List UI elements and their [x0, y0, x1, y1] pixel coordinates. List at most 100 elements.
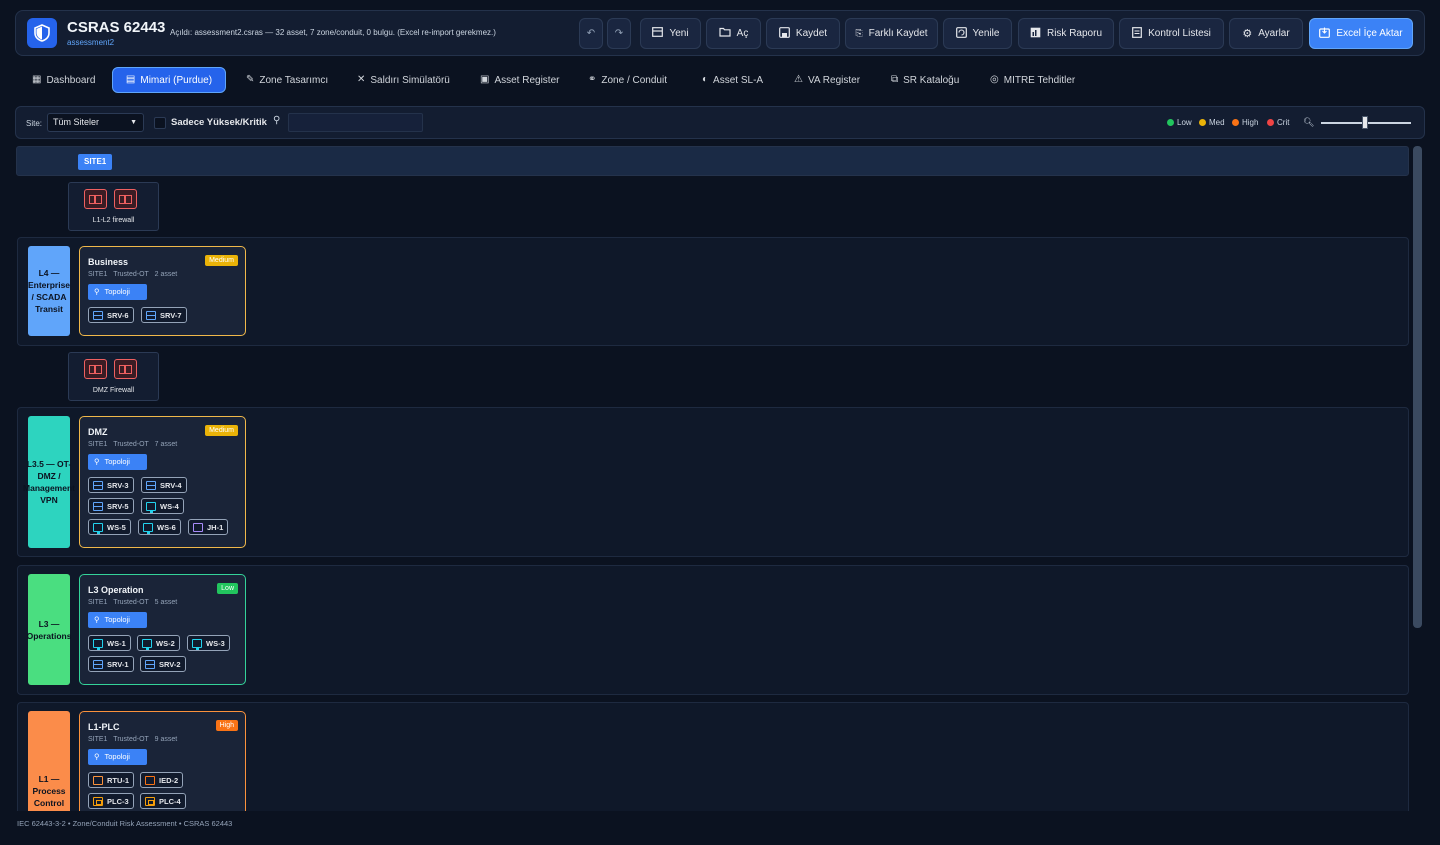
asset-chip-ied-2[interactable]: IED-2 — [140, 772, 184, 788]
new-button[interactable]: Yeni — [640, 18, 701, 49]
firewall-icon — [114, 189, 137, 209]
open-button-label: Aç — [736, 28, 749, 39]
new-file-icon — [652, 27, 664, 40]
tab-zone-designer[interactable]: ✎ Zone Tasarımcı — [246, 67, 328, 93]
topology-button[interactable]: ⚲ Topoloji — [88, 749, 147, 765]
tab-sr-catalog[interactable]: ⧉ SR Kataloğu — [891, 67, 959, 93]
asset-chip-srv-4[interactable]: SRV-4 — [141, 477, 187, 493]
zone-name: L1-PLC — [88, 722, 120, 732]
severity-badge: Medium — [205, 255, 238, 266]
tab-attack-simulator-label: Saldırı Simülatörü — [370, 74, 450, 86]
tab-zone-designer-label: Zone Tasarımcı — [259, 74, 329, 86]
redo-button[interactable]: ↷ — [607, 18, 631, 49]
severity-badge: Medium — [205, 425, 238, 436]
zoom-slider-thumb[interactable] — [1362, 116, 1368, 129]
tab-asset-sla-label: Asset SL-A — [713, 74, 764, 86]
topology-button[interactable]: ⚲ Topoloji — [88, 454, 147, 470]
asset-chip-srv-7[interactable]: SRV-7 — [141, 307, 187, 323]
topology-button[interactable]: ⚲ Topoloji — [88, 284, 147, 300]
redo-icon: ↷ — [614, 28, 624, 39]
undo-button[interactable]: ↶ — [579, 18, 603, 49]
monitor-icon: ▣ — [480, 74, 490, 85]
settings-button[interactable]: ⚙ Ayarlar — [1229, 18, 1303, 49]
legend-low: Low — [1167, 118, 1192, 127]
zone-name: Business — [88, 257, 129, 267]
project-name: assessment2 — [67, 38, 115, 47]
site-select[interactable]: Tüm Siteler ▼ — [47, 113, 144, 132]
refresh-button[interactable]: Yenile — [943, 18, 1012, 49]
asset-chip-rtu-1[interactable]: RTU-1 — [88, 772, 135, 788]
asset-chip-srv-1[interactable]: SRV-1 — [88, 656, 134, 672]
legend-crit: Crit — [1267, 118, 1289, 127]
topology-button[interactable]: ⚲ Topoloji — [88, 612, 147, 628]
target-icon: ◎ — [990, 74, 999, 85]
firewall-dmz[interactable]: DMZ Firewall — [68, 352, 159, 401]
level-label-l1: L1 — Process Control — [28, 711, 70, 811]
risk-report-button[interactable]: Risk Raporu — [1018, 18, 1114, 49]
med-dot-icon — [1199, 119, 1206, 126]
tab-dashboard[interactable]: ▦ Dashboard — [32, 67, 95, 93]
level-lane-l1: L1 — Process Control L1-PLC SITE1 Truste… — [17, 702, 1409, 811]
firewall-l1-l2[interactable]: L1-L2 firewall — [68, 182, 159, 231]
app-window: CSRAS 62443 assessment2 Açıldı: assessme… — [0, 0, 1440, 845]
canvas-scrollbar[interactable] — [1413, 146, 1422, 628]
level-lane-l35: L3.5 — OT-DMZ / Management VPN DMZ SITE1… — [17, 407, 1409, 557]
tab-asset-register-label: Asset Register — [494, 74, 560, 86]
jump-host-icon — [193, 522, 203, 532]
undo-icon: ↶ — [586, 28, 596, 39]
asset-chip-srv-5[interactable]: SRV-5 — [88, 498, 134, 514]
checklist-button-label: Kontrol Listesi — [1148, 28, 1211, 39]
zone-card-l3-operation[interactable]: L3 Operation SITE1 Trusted-OT 5 asset Lo… — [79, 574, 246, 685]
legend-crit-label: Crit — [1277, 118, 1290, 127]
tab-zone-conduit[interactable]: ⚭ Zone / Conduit — [588, 67, 667, 93]
level-lane-l4: L4 — Enterprise / SCADA Transit Business… — [17, 237, 1409, 346]
tab-attack-simulator[interactable]: ✕ Saldırı Simülatörü — [357, 67, 450, 93]
asset-chip-ws-1[interactable]: WS-1 — [88, 635, 131, 651]
tab-mitre[interactable]: ◎ MITRE Tehditler — [990, 67, 1075, 93]
excel-import-button[interactable]: Excel İçe Aktar — [1309, 18, 1413, 49]
refresh-button-label: Yenile — [972, 28, 1000, 39]
asset-chip-plc-3[interactable]: PLC-3 — [88, 793, 134, 809]
zone-card-l1-plc[interactable]: L1-PLC SITE1 Trusted-OT 9 asset High ⚲ To… — [79, 711, 246, 811]
search-input[interactable] — [288, 113, 423, 132]
save-as-button[interactable]: ⎘ Farklı Kaydet — [845, 18, 938, 49]
save-button[interactable]: Kaydet — [766, 18, 840, 49]
settings-button-label: Ayarlar — [1258, 28, 1290, 39]
zone-card-business[interactable]: Business SITE1 Trusted-OT 2 asset Medium… — [79, 246, 246, 336]
pencil-icon: ✎ — [246, 74, 255, 85]
zone-meta: SITE1 Trusted-OT 5 asset — [88, 599, 178, 606]
pin-icon: ⚲ — [94, 752, 100, 761]
tab-va-register[interactable]: ⚠ VA Register — [794, 67, 860, 93]
asset-chip-ws-6[interactable]: WS-6 — [138, 519, 181, 535]
asset-chip-ws-3[interactable]: WS-3 — [187, 635, 230, 651]
level-lane-l3: L3 — Operations L3 Operation SITE1 Trust… — [17, 565, 1409, 695]
asset-chip-ws-5[interactable]: WS-5 — [88, 519, 131, 535]
workstation-icon — [192, 638, 202, 650]
asset-chip-srv-3[interactable]: SRV-3 — [88, 477, 134, 493]
asset-chip-ws-2[interactable]: WS-2 — [137, 635, 180, 651]
tab-mitre-label: MITRE Tehditler — [1003, 74, 1076, 86]
footer-text: IEC 62443-3-2 • Zone/Conduit Risk Assess… — [17, 819, 233, 828]
level-label-l3: L3 — Operations — [27, 574, 71, 685]
tab-asset-sla[interactable]: ◐ Asset SL-A — [702, 67, 763, 93]
asset-chip-jh-1[interactable]: JH-1 — [188, 519, 229, 535]
server-icon — [146, 480, 156, 490]
firewall-icon — [84, 189, 107, 209]
asset-chip-srv-2[interactable]: SRV-2 — [140, 656, 186, 672]
low-dot-icon — [1167, 119, 1174, 126]
high-only-checkbox[interactable] — [154, 117, 166, 129]
catalog-icon: ⧉ — [891, 74, 899, 85]
asset-chip-plc-4[interactable]: PLC-4 — [140, 793, 186, 809]
asset-chip-srv-6[interactable]: SRV-6 — [88, 307, 134, 323]
top-header: CSRAS 62443 assessment2 Açıldı: assessme… — [15, 10, 1425, 56]
status-message: Açıldı: assessment2.csras — 32 asset, 7 … — [170, 28, 496, 37]
zone-card-dmz[interactable]: DMZ SITE1 Trusted-OT 7 asset Medium ⚲ Top… — [79, 416, 246, 548]
tab-architecture[interactable]: ▤ Mimari (Purdue) — [112, 67, 226, 93]
site-header: SITE1 — [16, 146, 1409, 176]
open-button[interactable]: Aç — [706, 18, 761, 49]
tab-asset-register[interactable]: ▣ Asset Register — [480, 67, 559, 93]
server-icon — [93, 501, 103, 511]
checklist-button[interactable]: Kontrol Listesi — [1119, 18, 1224, 49]
severity-badge: High — [215, 720, 238, 731]
asset-chip-ws-4[interactable]: WS-4 — [141, 498, 184, 514]
